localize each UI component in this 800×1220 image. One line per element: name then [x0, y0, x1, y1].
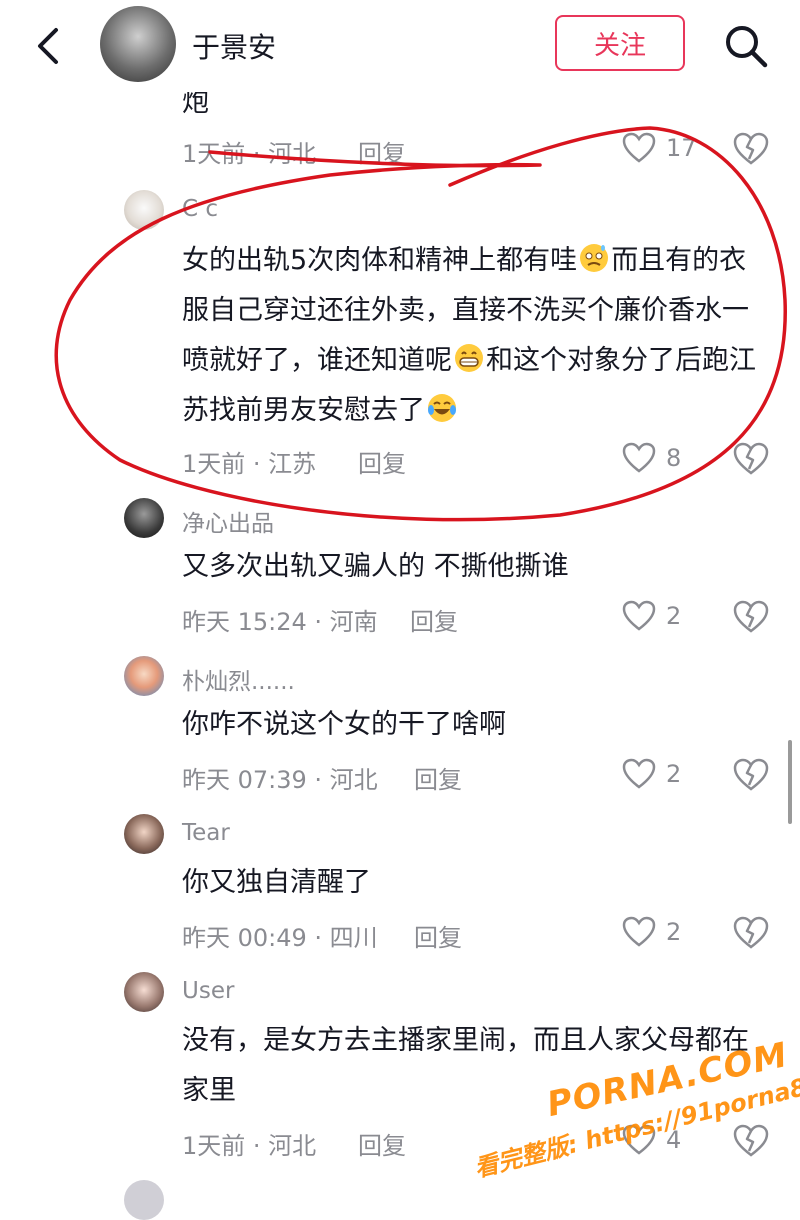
- reply-button[interactable]: 回复: [410, 602, 458, 637]
- dislike-button[interactable]: [733, 1124, 769, 1160]
- like-button[interactable]: 2: [622, 598, 692, 638]
- like-count: 2: [666, 760, 682, 788]
- username[interactable]: Tear: [182, 820, 230, 846]
- comment-text: 你咋不说这个女的干了啥啊: [182, 709, 506, 740]
- broken-heart-icon: [733, 132, 769, 165]
- like-count: 2: [666, 602, 682, 630]
- top-bar: 于景安 关注: [0, 0, 800, 92]
- scrollbar[interactable]: [788, 740, 792, 824]
- red-annotation-circle: [54, 126, 787, 522]
- dislike-button[interactable]: [733, 442, 769, 478]
- reply-button[interactable]: 回复: [414, 760, 462, 795]
- reply-button[interactable]: 回复: [358, 444, 406, 479]
- user-avatar[interactable]: [124, 190, 164, 230]
- search-button[interactable]: [722, 22, 770, 70]
- user-avatar[interactable]: [124, 814, 164, 854]
- user-avatar[interactable]: [124, 972, 164, 1012]
- like-count: 2: [666, 918, 682, 946]
- comment-text: 女的出轨5次肉体和精神上都有哇 而且有的衣服自己穿过还往外卖，直接不洗买个廉价香水…: [182, 236, 772, 436]
- heart-icon: [622, 916, 656, 947]
- username[interactable]: User: [182, 978, 234, 1004]
- dislike-button[interactable]: [733, 758, 769, 794]
- like-button[interactable]: 2: [622, 914, 692, 954]
- reply-button[interactable]: 回复: [358, 1126, 406, 1161]
- broken-heart-icon: [733, 600, 769, 633]
- dislike-button[interactable]: [733, 132, 769, 168]
- comment-meta: 1天前 · 河北: [182, 1132, 317, 1160]
- broken-heart-icon: [733, 442, 769, 475]
- like-button[interactable]: 2: [622, 756, 692, 796]
- author-avatar[interactable]: [100, 6, 176, 82]
- broken-heart-icon: [733, 758, 769, 791]
- like-button[interactable]: 8: [622, 440, 692, 480]
- user-avatar[interactable]: [124, 1180, 164, 1220]
- follow-button[interactable]: 关注: [555, 15, 685, 71]
- dislike-button[interactable]: [733, 916, 769, 952]
- laugh-cry-emoji: [428, 394, 456, 422]
- grin-emoji: [455, 344, 483, 372]
- reply-button[interactable]: 回复: [358, 134, 406, 169]
- like-count: 8: [666, 444, 682, 472]
- heart-icon: [622, 132, 656, 163]
- author-name[interactable]: 于景安: [192, 26, 276, 66]
- heart-icon: [622, 600, 656, 631]
- reply-button[interactable]: 回复: [414, 918, 462, 953]
- comment-text: 又多次出轨又骗人的 不撕他撕谁: [182, 551, 569, 582]
- comment-meta: 昨天 07:39 · 河北: [182, 766, 378, 794]
- username[interactable]: 朴灿烈......: [182, 662, 295, 696]
- heart-icon: [622, 442, 656, 473]
- like-button[interactable]: 17: [622, 130, 697, 170]
- username[interactable]: 净心出品: [182, 504, 274, 538]
- back-button[interactable]: [30, 24, 70, 68]
- broken-heart-icon: [733, 916, 769, 949]
- back-arrow-icon: [38, 28, 58, 64]
- comment-text: 你又独自清醒了: [182, 867, 371, 898]
- like-count: 17: [666, 134, 697, 162]
- comment-meta: 昨天 00:49 · 四川: [182, 924, 378, 952]
- heart-icon: [622, 758, 656, 789]
- broken-heart-icon: [733, 1124, 769, 1157]
- user-avatar[interactable]: [124, 498, 164, 538]
- search-icon: [726, 26, 768, 68]
- comment-meta: 1天前 · 河北: [182, 140, 317, 168]
- user-avatar[interactable]: [124, 656, 164, 696]
- comment-meta: 昨天 15:24 · 河南: [182, 608, 378, 636]
- anxious-face-emoji: [580, 244, 609, 272]
- comment-meta: 1天前 · 江苏: [182, 450, 317, 478]
- dislike-button[interactable]: [733, 600, 769, 636]
- username[interactable]: C c: [182, 196, 218, 222]
